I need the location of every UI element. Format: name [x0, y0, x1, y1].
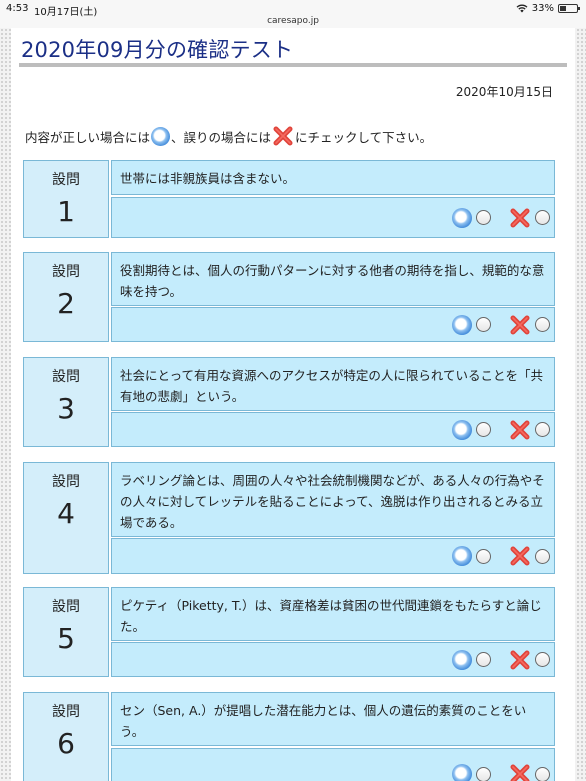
- question-text: セン（Sen, A.）が提唱した潜在能力とは、個人の遺伝的素質のことをいう。: [111, 692, 555, 746]
- question-label: 設問 1: [23, 160, 109, 238]
- question-label-text: 設問: [52, 599, 80, 615]
- maru-icon: [452, 314, 472, 335]
- wrong-radio[interactable]: [535, 317, 550, 332]
- question-label-text: 設問: [52, 264, 80, 280]
- status-bar: 4:53 10月17日(土) caresapo.jp 33%: [0, 0, 586, 28]
- instruction-part2: 、誤りの場合には: [171, 129, 272, 145]
- correct-radio[interactable]: [476, 548, 491, 564]
- question-label-text: 設問: [52, 474, 80, 490]
- question-number: 5: [57, 622, 75, 655]
- page-content: 2020年09月分の確認テスト 2020年10月15日 内容が正しい場合には 、…: [11, 28, 575, 781]
- answer-options: [452, 763, 550, 781]
- answer-row: [111, 538, 555, 574]
- question-text: ラベリング論とは、周囲の人々や社会統制機関などが、ある人々の行為やその人々に対し…: [111, 462, 555, 537]
- maru-icon: [151, 126, 171, 146]
- batsu-icon: [510, 650, 530, 669]
- wrong-radio[interactable]: [535, 210, 550, 225]
- battery-percent: 33%: [531, 3, 554, 14]
- test-date: 2020年10月15日: [455, 85, 553, 99]
- batsu-icon: [273, 126, 293, 146]
- question-text: 世帯には非親族員は含まない。: [111, 160, 555, 195]
- question-text: ピケティ（Piketty, T.）は、資産格差は貧困の世代間連鎖をもたらすと論じ…: [111, 587, 555, 641]
- wrong-radio[interactable]: [535, 766, 550, 781]
- question-number: 3: [57, 392, 75, 425]
- page-title: 2020年09月分の確認テスト: [21, 38, 294, 62]
- question-5: 設問 5 ピケティ（Piketty, T.）は、資産格差は貧困の世代間連鎖をもた…: [23, 587, 555, 677]
- maru-icon: [452, 764, 472, 781]
- maru-icon: [452, 207, 472, 228]
- wrong-radio[interactable]: [535, 548, 550, 564]
- question-label: 設問 4: [23, 462, 109, 574]
- question-label: 設問 5: [23, 587, 109, 677]
- answer-row: [111, 748, 555, 781]
- batsu-icon: [510, 315, 530, 334]
- title-divider: [19, 63, 567, 67]
- answer-row: [111, 412, 555, 447]
- question-1: 設問 1 世帯には非親族員は含まない。: [23, 160, 555, 238]
- maru-icon: [452, 546, 472, 566]
- batsu-icon: [510, 420, 530, 439]
- correct-radio[interactable]: [476, 766, 491, 781]
- answer-options: [452, 545, 550, 567]
- question-6: 設問 6 セン（Sen, A.）が提唱した潜在能力とは、個人の遺伝的素質のことを…: [23, 692, 555, 781]
- maru-icon: [452, 649, 472, 670]
- answer-options: [452, 649, 550, 671]
- question-label: 設問 3: [23, 357, 109, 447]
- question-number: 6: [57, 727, 75, 760]
- correct-radio[interactable]: [476, 210, 491, 225]
- question-label-text: 設問: [52, 369, 80, 385]
- batsu-icon: [510, 208, 530, 227]
- question-4: 設問 4 ラベリング論とは、周囲の人々や社会統制機関などが、ある人々の行為やその…: [23, 462, 555, 574]
- status-right: 33%: [516, 3, 580, 14]
- question-label-text: 設問: [52, 172, 80, 188]
- question-number: 4: [57, 497, 75, 530]
- wifi-icon: [516, 4, 528, 13]
- battery-icon: [558, 4, 580, 13]
- question-number: 1: [57, 195, 75, 228]
- question-label-text: 設問: [52, 704, 80, 720]
- wrong-radio[interactable]: [535, 422, 550, 437]
- instruction-text: 内容が正しい場合には 、誤りの場合には にチェックして下さい。: [25, 125, 432, 147]
- question-3: 設問 3 社会にとって有用な資源へのアクセスが特定の人に限られていることを「共有…: [23, 357, 555, 447]
- correct-radio[interactable]: [476, 652, 491, 667]
- answer-options: [452, 314, 550, 336]
- maru-icon: [452, 419, 472, 440]
- question-2: 設問 2 役割期待とは、個人の行動パターンに対する他者の期待を指し、規範的な意味…: [23, 252, 555, 342]
- status-time: 4:53: [6, 3, 29, 14]
- wrong-radio[interactable]: [535, 652, 550, 667]
- question-number: 2: [57, 287, 75, 320]
- question-text: 社会にとって有用な資源へのアクセスが特定の人に限られていることを「共有地の悲劇」…: [111, 357, 555, 411]
- question-label: 設問 2: [23, 252, 109, 342]
- batsu-icon: [510, 546, 530, 566]
- correct-radio[interactable]: [476, 317, 491, 332]
- answer-row: [111, 307, 555, 342]
- instruction-part1: 内容が正しい場合には: [25, 129, 151, 145]
- answer-row: [111, 642, 555, 677]
- answer-options: [452, 207, 550, 229]
- instruction-part3: にチェックして下さい。: [295, 129, 433, 145]
- address-url[interactable]: caresapo.jp: [0, 16, 586, 26]
- batsu-icon: [510, 764, 530, 781]
- answer-row: [111, 197, 555, 238]
- correct-radio[interactable]: [476, 422, 491, 437]
- answer-options: [452, 419, 550, 441]
- question-label: 設問 6: [23, 692, 109, 781]
- question-text: 役割期待とは、個人の行動パターンに対する他者の期待を指し、規範的な意味を持つ。: [111, 252, 555, 306]
